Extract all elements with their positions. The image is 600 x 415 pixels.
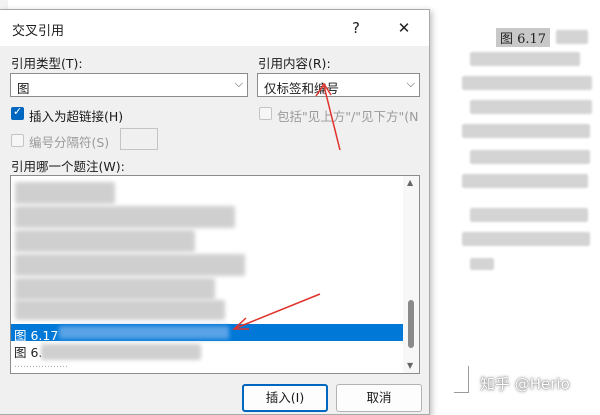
arrow-to-ref-content (315, 82, 341, 151)
annotation-arrows (232, 82, 341, 330)
arrow-to-selected-caption (232, 293, 321, 330)
